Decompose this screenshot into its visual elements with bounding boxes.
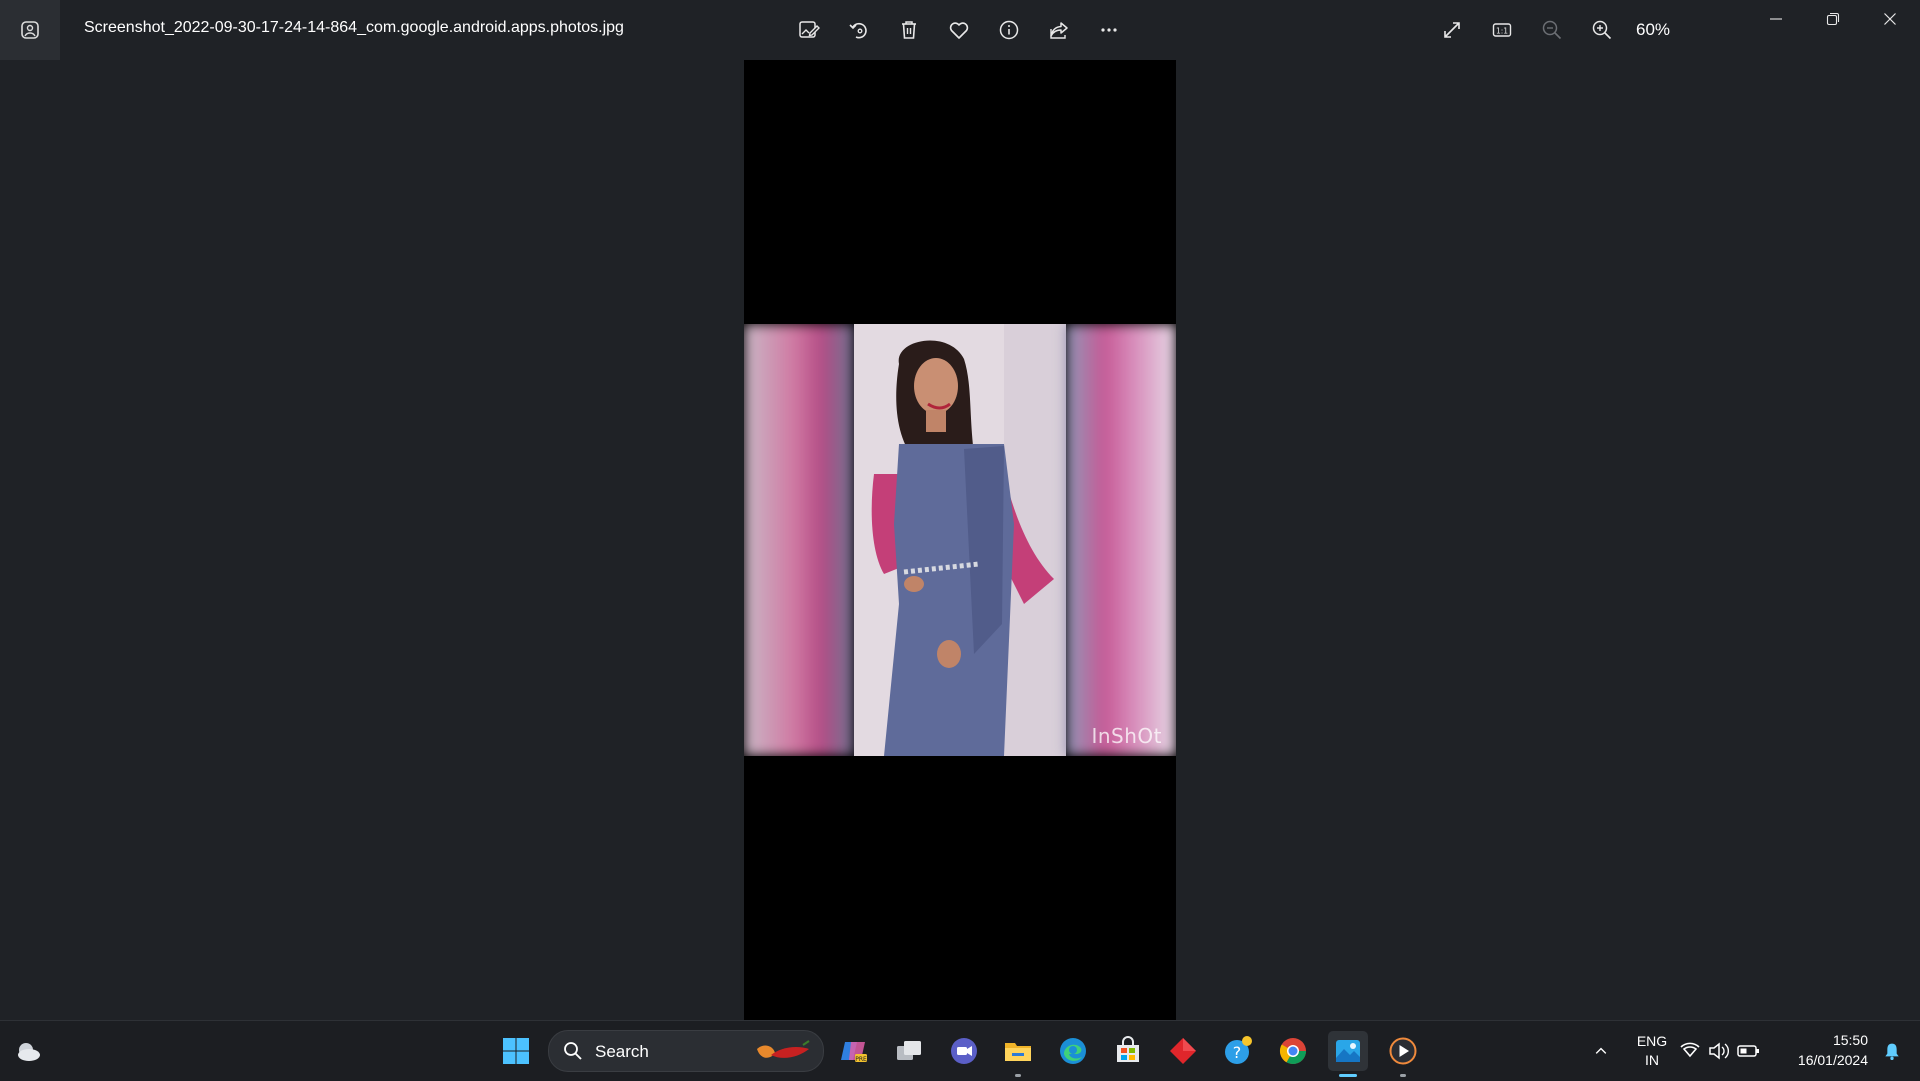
weather-widget[interactable] <box>8 1031 48 1071</box>
start-button[interactable] <box>496 1031 536 1071</box>
favorite-icon <box>949 22 969 39</box>
share-button[interactable] <box>1039 10 1079 50</box>
edit-image-button[interactable] <box>789 10 829 50</box>
taskbar-task-view[interactable] <box>889 1031 929 1071</box>
search-icon <box>564 1042 582 1060</box>
minimize-button[interactable] <box>1748 0 1804 38</box>
taskbar-chrome[interactable] <box>1273 1031 1313 1071</box>
taskbar-copilot[interactable]: PRE <box>834 1031 874 1071</box>
zoom-in-button[interactable] <box>1582 10 1622 50</box>
close-icon <box>1884 13 1896 25</box>
zoom-out-icon <box>1542 20 1562 40</box>
taskbar: Search PRE ? ENG IN 15:50 16/01/2024 <box>0 1020 1920 1081</box>
chevron-up-icon <box>1595 1047 1607 1054</box>
svg-text:?: ? <box>1233 1043 1242 1062</box>
close-button[interactable] <box>1862 0 1918 38</box>
notifications-button[interactable] <box>1872 1031 1912 1071</box>
rotate-button[interactable] <box>839 10 879 50</box>
delete-icon <box>902 21 916 39</box>
taskbar-get-help[interactable]: ? <box>1218 1031 1258 1071</box>
actual-size-icon: 1:1 <box>1492 23 1512 37</box>
photos-app-icon <box>1336 1040 1360 1062</box>
taskbar-file-explorer[interactable] <box>998 1031 1038 1077</box>
edit-image-icon <box>799 21 820 38</box>
zoom-level-indicator[interactable]: 60% <box>1636 20 1670 40</box>
restore-icon <box>1826 12 1840 26</box>
file-name-title: Screenshot_2022-09-30-17-24-14-864_com.g… <box>84 19 624 36</box>
rotate-icon <box>849 22 867 39</box>
taskbar-clock[interactable]: 15:50 16/01/2024 <box>1798 1030 1868 1070</box>
taskbar-photos[interactable] <box>1328 1031 1368 1077</box>
taskbar-store[interactable] <box>1108 1031 1148 1071</box>
taskbar-media-player[interactable] <box>1383 1031 1423 1077</box>
search-highlight-chili-icon <box>757 1040 810 1058</box>
active-app-indicator <box>1339 1074 1357 1077</box>
windows-start-icon <box>503 1038 529 1064</box>
title-bar: Screenshot_2022-09-30-17-24-14-864_com.g… <box>0 0 1920 60</box>
favorite-button[interactable] <box>939 10 979 50</box>
taskbar-red-app[interactable] <box>1163 1031 1203 1071</box>
copilot-icon: PRE <box>841 1042 867 1063</box>
language-code: ENG <box>1636 1033 1668 1049</box>
teams-meet-icon <box>951 1038 977 1064</box>
portrait-photo <box>854 324 1066 756</box>
folder-icon <box>1005 1043 1031 1061</box>
photo-watermark: InShOt <box>1091 724 1162 748</box>
task-view-icon <box>897 1041 921 1060</box>
blurred-right-border <box>1066 324 1176 756</box>
taskbar-edge[interactable] <box>1053 1031 1093 1071</box>
taskbar-teams[interactable] <box>944 1031 984 1071</box>
running-indicator <box>1015 1074 1021 1077</box>
photo-content: InShOt <box>744 324 1176 756</box>
full-screen-button[interactable] <box>1432 10 1472 50</box>
more-icon <box>1101 28 1117 32</box>
displayed-photo[interactable]: InShOt <box>744 60 1176 1020</box>
microsoft-store-icon <box>1117 1036 1139 1062</box>
network-volume-battery-icons <box>1680 1042 1759 1060</box>
info-icon <box>999 20 1019 40</box>
running-indicator <box>1400 1074 1406 1077</box>
show-hidden-icons-button[interactable] <box>1581 1031 1621 1071</box>
zoom-in-icon <box>1592 20 1612 40</box>
image-viewer-canvas[interactable]: InShOt <box>0 60 1920 1020</box>
region-code: IN <box>1645 1052 1659 1068</box>
search-label: Search <box>595 1042 649 1061</box>
clock-time: 15:50 <box>1832 1032 1868 1048</box>
svg-text:1:1: 1:1 <box>1496 27 1508 36</box>
actual-size-button[interactable]: 1:1 <box>1482 10 1522 50</box>
chrome-browser-icon <box>1279 1038 1307 1065</box>
edge-browser-icon <box>1060 1038 1086 1064</box>
more-options-button[interactable] <box>1089 10 1129 50</box>
taskbar-search-box[interactable]: Search <box>548 1030 824 1072</box>
share-icon <box>1050 22 1068 39</box>
restore-button[interactable] <box>1805 0 1861 38</box>
minimize-icon <box>1770 18 1782 20</box>
full-screen-icon <box>1444 22 1460 38</box>
get-help-icon: ? <box>1225 1036 1252 1064</box>
blurred-left-border <box>744 324 854 756</box>
red-diamond-app-icon <box>1170 1038 1196 1064</box>
clock-date: 16/01/2024 <box>1797 1052 1868 1068</box>
weather-cloud-icon <box>18 1043 40 1061</box>
language-indicator[interactable]: ENG IN <box>1632 1032 1672 1070</box>
zoom-out-button[interactable] <box>1532 10 1572 50</box>
quick-settings-button[interactable] <box>1678 1031 1768 1071</box>
delete-button[interactable] <box>889 10 929 50</box>
info-button[interactable] <box>989 10 1029 50</box>
photos-app-icon[interactable] <box>0 0 60 60</box>
svg-text:PRE: PRE <box>855 1056 867 1063</box>
woman-in-saree-illustration <box>854 324 1066 756</box>
media-player-icon <box>1389 1037 1417 1065</box>
notification-bell-icon <box>1885 1043 1899 1060</box>
